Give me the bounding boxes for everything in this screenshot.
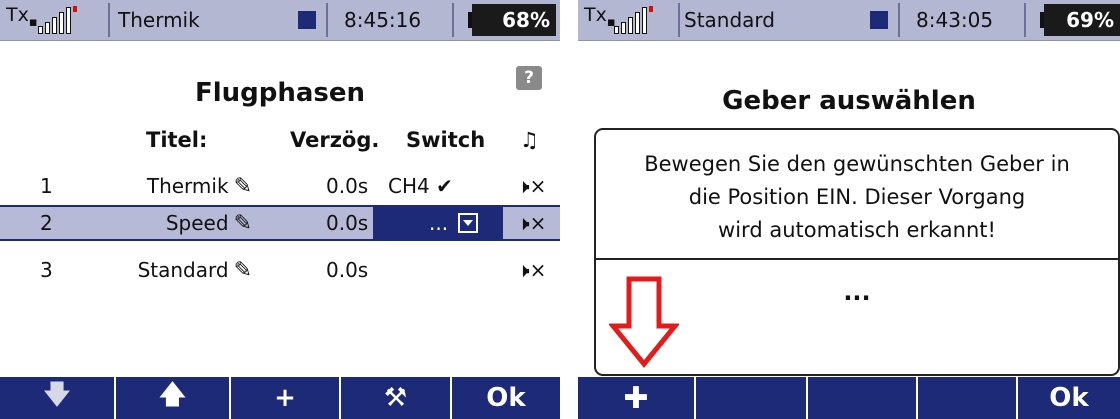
music-note-icon: ♫ [520, 128, 539, 152]
phase-name: Standard [684, 8, 775, 32]
dialog-message-line: die Position EIN. Dieser Vorgang [688, 185, 1026, 209]
signal-strength-icon [614, 6, 653, 34]
tx-label: Tx▪ [6, 4, 38, 30]
edit-icon[interactable]: ✎ [234, 174, 252, 199]
switch-dropdown[interactable]: ... [373, 207, 503, 239]
status-bar: Tx▪ Standard 8:43:05 69% [578, 0, 1120, 41]
empty-softkey[interactable] [696, 377, 808, 419]
speaker-muted-icon[interactable]: 🕨× [517, 168, 546, 204]
status-separator [108, 3, 110, 37]
dialog-message-line: wird automatisch erkannt! [718, 218, 996, 242]
column-header-title: Titel: [146, 128, 208, 152]
battery-icon: 68% [468, 4, 556, 36]
bottom-toolbar: 🡇 🡅 + ⚒ Ok [0, 377, 560, 419]
speaker-muted-icon[interactable]: 🕨× [517, 207, 546, 239]
status-separator [326, 3, 328, 37]
delay-value[interactable]: 0.0s [326, 252, 368, 288]
row-number: 3 [40, 258, 53, 282]
ok-button[interactable]: Ok [452, 377, 560, 419]
help-button[interactable]: ? [516, 66, 542, 90]
flight-phases-screen: Tx▪ Thermik 8:45:16 68% Flugphasen ? Tit… [0, 0, 560, 419]
column-header-switch: Switch [406, 128, 486, 152]
page-title: Geber auswählen [722, 86, 976, 116]
ok-button[interactable]: Ok [1018, 377, 1120, 419]
red-down-arrow-icon [609, 276, 679, 368]
clock: 8:43:05 [916, 8, 994, 32]
edit-icon[interactable]: ✎ [234, 258, 252, 283]
dialog-message: Bewegen Sie den gewünschten Geber in die… [596, 148, 1118, 247]
dialog-message-line: Bewegen Sie den gewünschten Geber in [644, 152, 1070, 176]
empty-softkey[interactable] [918, 377, 1018, 419]
delay-value[interactable]: 0.0s [326, 168, 368, 204]
clock: 8:45:16 [344, 8, 422, 32]
move-down-button[interactable]: 🡇 [0, 377, 116, 419]
battery-percent: 69% [1044, 4, 1120, 36]
phase-row-selected[interactable]: 2 Speed ✎ 0.0s ... 🕨× [0, 205, 560, 241]
status-separator [452, 3, 454, 37]
row-number: 1 [40, 174, 53, 198]
signal-strength-icon [38, 6, 77, 34]
switch-value: ... [429, 211, 449, 235]
phase-row[interactable]: 1 Thermik ✎ 0.0s CH4 ✔ 🕨× [0, 168, 560, 204]
add-button[interactable]: ✚ [578, 377, 696, 419]
page-title: Flugphasen [194, 78, 366, 108]
select-control-screen: Tx▪ Standard 8:43:05 69% Geber auswählen… [578, 0, 1120, 419]
status-separator [1024, 3, 1026, 37]
column-header-delay: Verzög. [290, 128, 380, 152]
move-up-button[interactable]: 🡅 [116, 377, 231, 419]
phase-color-indicator [870, 11, 888, 29]
phase-row[interactable]: 3 Standard ✎ 0.0s 🕨× [0, 252, 560, 288]
phase-title[interactable]: Speed ✎ [166, 207, 252, 239]
add-phase-button[interactable]: + [231, 377, 341, 419]
switch-value[interactable]: CH4 ✔ [388, 168, 453, 204]
status-separator [898, 3, 900, 37]
phase-title-text: Speed [165, 211, 229, 235]
status-separator [678, 3, 680, 37]
phase-color-indicator [298, 11, 316, 29]
divider [596, 258, 1118, 260]
status-bar: Tx▪ Thermik 8:45:16 68% [0, 0, 560, 41]
tx-label: Tx▪ [584, 4, 616, 30]
phase-name: Thermik [118, 8, 200, 32]
dropdown-arrow-icon[interactable] [458, 213, 479, 233]
bottom-toolbar: ✚ Ok [578, 377, 1120, 419]
delay-value[interactable]: 0.0s [326, 207, 368, 239]
battery-icon: 69% [1040, 4, 1120, 36]
phase-title-text: Thermik [146, 174, 229, 198]
edit-icon[interactable]: ✎ [234, 211, 252, 236]
settings-tools-button[interactable]: ⚒ [341, 377, 452, 419]
phase-title[interactable]: Standard ✎ [138, 252, 252, 288]
phase-title[interactable]: Thermik ✎ [147, 168, 252, 204]
row-number: 2 [40, 211, 53, 235]
phase-title-text: Standard [137, 258, 229, 282]
empty-softkey[interactable] [808, 377, 918, 419]
battery-percent: 68% [472, 4, 556, 36]
speaker-muted-icon[interactable]: 🕨× [517, 252, 546, 288]
